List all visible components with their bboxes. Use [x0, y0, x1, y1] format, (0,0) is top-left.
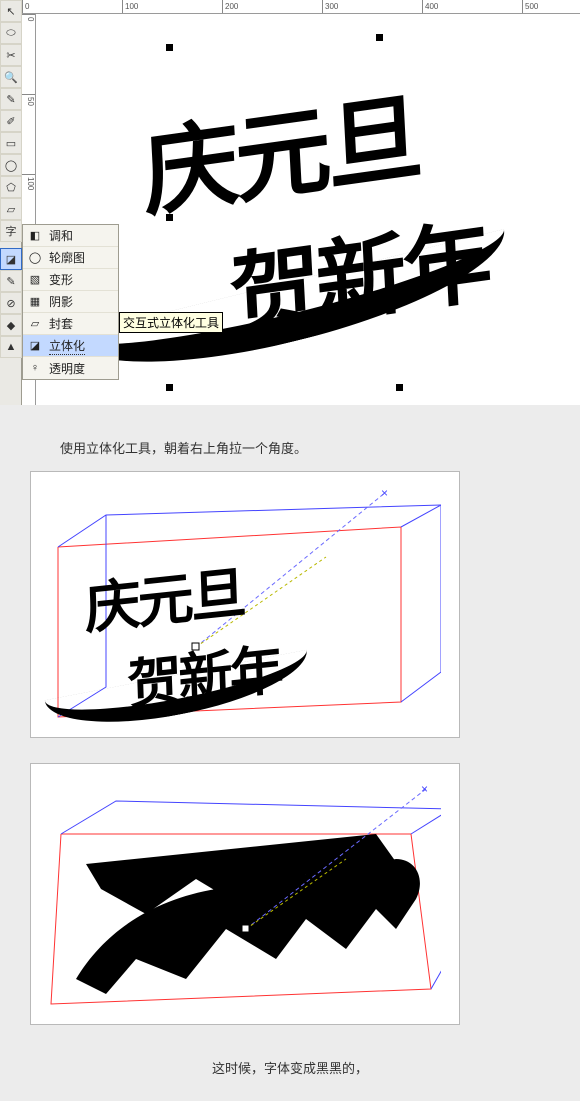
flyout-envelope[interactable]: ▱封套	[23, 313, 118, 335]
distort-icon: ▧	[27, 272, 43, 288]
tool-smart[interactable]: ✐	[0, 110, 22, 132]
tool-outline[interactable]: ⊘	[0, 292, 22, 314]
shadow-icon: ▦	[27, 294, 43, 310]
tool-crop[interactable]: ✂	[0, 44, 22, 66]
step2-panel: × 庆元旦 贺新年	[30, 471, 460, 738]
flyout-distort[interactable]: ▧变形	[23, 269, 118, 291]
transparency-icon: ♀	[27, 360, 43, 376]
handle-tc[interactable]	[376, 34, 383, 41]
caption-step3: 这时候，字体变成黑黑的，	[0, 1050, 580, 1091]
tool-interactive[interactable]: ◪	[0, 248, 22, 270]
handle-bc[interactable]	[396, 384, 403, 391]
tool-freehand[interactable]: ✎	[0, 88, 22, 110]
svg-text:×: ×	[421, 782, 428, 796]
flyout-transparency[interactable]: ♀透明度	[23, 357, 118, 379]
step3-panel: ×	[30, 763, 460, 1025]
tool-rectangle[interactable]: ▭	[0, 132, 22, 154]
tool-shape-edit[interactable]: ⬭	[0, 22, 22, 44]
flyout-drop-shadow[interactable]: ▦阴影	[23, 291, 118, 313]
tool-ellipse[interactable]: ◯	[0, 154, 22, 176]
tool-zoom[interactable]: 🔍	[0, 66, 22, 88]
handle-tl[interactable]	[166, 44, 173, 51]
handle-ml[interactable]	[166, 214, 173, 221]
caption-step2: 使用立体化工具，朝着右上角拉一个角度。	[0, 430, 580, 471]
toolbox: ↖ ⬭ ✂ 🔍 ✎ ✐ ▭ ◯ ⬠ ▱ 字 ◪ ✎ ⊘ ◆ ▲	[0, 0, 22, 405]
svg-text:×: ×	[381, 487, 388, 500]
handle-bl[interactable]	[166, 384, 173, 391]
flyout-blend[interactable]: ◧调和	[23, 225, 118, 247]
blend-icon: ◧	[27, 228, 43, 244]
flyout-contour[interactable]: ◯轮廓图	[23, 247, 118, 269]
tool-basic-shapes[interactable]: ▱	[0, 198, 22, 220]
app-screenshot: 0100200300400500 050100150200 庆元旦 贺新年 ↖ …	[0, 0, 580, 405]
extrude-result-svg: ×	[46, 779, 441, 1009]
interactive-tool-flyout: ◧调和 ◯轮廓图 ▧变形 ▦阴影 ▱封套 ◪立体化 ♀透明度	[22, 224, 119, 380]
tool-text[interactable]: 字	[0, 220, 22, 242]
tool-pick[interactable]: ↖	[0, 0, 22, 22]
envelope-icon: ▱	[27, 316, 43, 332]
tool-fill[interactable]: ◆	[0, 314, 22, 336]
ruler-horizontal: 0100200300400500	[22, 0, 580, 14]
flyout-extrude[interactable]: ◪立体化	[23, 335, 118, 357]
tooltip-extrude: 交互式立体化工具	[119, 312, 223, 333]
extrude-icon: ◪	[27, 338, 43, 354]
tool-eyedropper[interactable]: ✎	[0, 270, 22, 292]
tool-polygon[interactable]: ⬠	[0, 176, 22, 198]
tool-interactive-fill[interactable]: ▲	[0, 336, 22, 358]
contour-icon: ◯	[27, 250, 43, 266]
tutorial-area: 使用立体化工具，朝着右上角拉一个角度。 × 庆元旦 贺新年	[0, 405, 580, 1101]
